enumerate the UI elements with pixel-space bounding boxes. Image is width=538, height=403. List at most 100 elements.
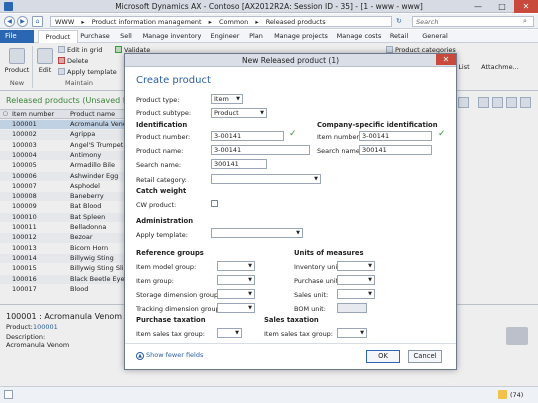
product-subtype-select[interactable]: Product ▼ [211, 108, 267, 118]
chevron-down-icon: ▼ [296, 230, 300, 236]
retail-category-label: Retail category: [136, 176, 187, 184]
dialog-divider [125, 343, 456, 344]
item-number-field[interactable]: 3-00141 [359, 131, 432, 141]
search-name-field[interactable]: 300141 [211, 159, 267, 169]
company-identification-section: Company-specific identification [317, 121, 438, 129]
item-number-label: Item number: [317, 133, 362, 141]
chevron-down-icon: ▼ [368, 277, 372, 283]
breadcrumb-area[interactable]: Common [219, 18, 248, 26]
product-type-value: Item [214, 95, 229, 103]
tab-retail[interactable]: Retail [388, 30, 410, 43]
item-model-group-select[interactable]: ▼ [217, 261, 255, 271]
breadcrumb-company[interactable]: WWW [55, 18, 74, 26]
retail-category-select[interactable]: ▼ [211, 174, 321, 184]
company-search-name-field[interactable]: 300141 [359, 145, 432, 155]
tracking-dimension-group-label: Tracking dimension group: [136, 305, 222, 313]
tab-purchase[interactable]: Purchase [80, 30, 110, 43]
chevron-down-icon: ▼ [314, 176, 318, 182]
chevron-down-icon: ▼ [368, 263, 372, 269]
notification-icon[interactable] [498, 390, 507, 399]
product-type-select[interactable]: Item ▼ [211, 94, 243, 104]
cw-product-label: CW product: [136, 201, 177, 209]
sales-item-sales-tax-group-label: Item sales tax group: [264, 330, 334, 338]
product-name-field[interactable]: 3-00141 [211, 145, 310, 155]
app-window: Microsoft Dynamics AX - Contoso [AX2012R… [0, 0, 538, 403]
tracking-dimension-group-select[interactable]: ▼ [217, 303, 255, 313]
chevron-down-icon: ▼ [260, 110, 264, 116]
cw-product-checkbox[interactable] [211, 200, 218, 207]
window-title: Microsoft Dynamics AX - Contoso [AX2012R… [115, 2, 423, 11]
chevron-down-icon: ▼ [236, 96, 240, 102]
maximize-button[interactable]: □ [490, 0, 514, 13]
item-group-label: Item group: [136, 277, 174, 285]
breadcrumb-separator: ▸ [81, 18, 85, 26]
home-icon[interactable]: ⌂ [32, 16, 43, 27]
product-subtype-value: Product [214, 109, 239, 117]
chevron-down-icon: ▼ [248, 263, 252, 269]
inventory-unit-label: Inventory unit: [294, 263, 342, 271]
search-icon[interactable]: ⌕ [523, 17, 527, 26]
dialog-close-button[interactable]: ✕ [436, 54, 456, 65]
item-group-select[interactable]: ▼ [217, 275, 255, 285]
tab-manage-projects[interactable]: Manage projects [272, 30, 330, 43]
chevron-down-icon: ▼ [248, 291, 252, 297]
chevron-down-icon: ▼ [248, 305, 252, 311]
tab-sell[interactable]: Sell [116, 30, 136, 43]
apply-template-label: Apply template: [136, 231, 188, 239]
new-released-product-dialog: New Released product (1) ✕ Create produc… [124, 53, 457, 370]
window-close-button[interactable]: ✕ [514, 0, 538, 13]
tab-engineer[interactable]: Engineer [208, 30, 242, 43]
product-type-label: Product type: [136, 96, 180, 104]
chevron-down-icon: ▼ [248, 277, 252, 283]
purchase-item-sales-tax-group-label: Item sales tax group: [136, 330, 206, 338]
ok-button[interactable]: OK [366, 350, 400, 363]
cancel-button[interactable]: Cancel [408, 350, 442, 363]
chevron-up-icon: ▲ [136, 352, 144, 360]
sales-unit-select[interactable]: ▼ [337, 289, 375, 299]
address-bar: ◀ ▶ ⌂ WWW ▸ Product information manageme… [0, 14, 538, 29]
bom-unit-field [337, 303, 367, 313]
tab-manage-inventory[interactable]: Manage inventory [142, 30, 202, 43]
catch-weight-section: Catch weight [136, 187, 187, 195]
tab-manage-costs[interactable]: Manage costs [336, 30, 382, 43]
checkmark-icon: ✓ [438, 129, 446, 139]
purchase-item-sales-tax-group-select[interactable]: ▼ [217, 328, 242, 338]
search-name-label: Search name: [136, 161, 182, 169]
back-icon[interactable]: ◀ [4, 16, 15, 27]
breadcrumb-module[interactable]: Product information management [92, 18, 202, 26]
tab-product[interactable]: Product [38, 30, 78, 43]
inventory-unit-select[interactable]: ▼ [337, 261, 375, 271]
product-number-field[interactable]: 3-00141 [211, 131, 284, 141]
status-bar: (74) [0, 386, 538, 403]
apply-template-select[interactable]: ▼ [211, 228, 303, 238]
identification-section: Identification [136, 121, 188, 129]
show-fewer-fields-link[interactable]: ▲ Show fewer fields [136, 351, 203, 360]
storage-dimension-group-select[interactable]: ▼ [217, 289, 255, 299]
breadcrumb-separator: ▸ [208, 18, 212, 26]
chevron-down-icon: ▼ [235, 330, 239, 336]
sales-unit-label: Sales unit: [294, 291, 329, 299]
sales-item-sales-tax-group-select[interactable]: ▼ [337, 328, 367, 338]
breadcrumb-separator: ▸ [255, 18, 259, 26]
forward-icon[interactable]: ▶ [17, 16, 28, 27]
breadcrumb[interactable]: WWW ▸ Product information management ▸ C… [50, 16, 392, 27]
refresh-icon[interactable]: ↻ [396, 17, 408, 26]
chevron-down-icon: ▼ [368, 291, 372, 297]
show-fewer-fields-label: Show fewer fields [146, 351, 204, 359]
minimize-button[interactable]: — [466, 0, 490, 13]
checkmark-icon: ✓ [289, 129, 297, 139]
tab-plan[interactable]: Plan [246, 30, 266, 43]
bom-unit-label: BOM unit: [294, 305, 326, 313]
breadcrumb-page[interactable]: Released products [266, 18, 326, 26]
search-input[interactable]: Search [412, 16, 534, 27]
notification-count: (74) [510, 391, 524, 399]
chevron-down-icon: ▼ [360, 330, 364, 336]
sales-taxation-section: Sales taxation [264, 316, 319, 324]
product-subtype-label: Product subtype: [136, 109, 192, 117]
tab-file[interactable]: File [0, 30, 34, 43]
reference-groups-section: Reference groups [136, 249, 204, 257]
tab-general[interactable]: General [420, 30, 450, 43]
status-info-icon[interactable] [4, 390, 13, 399]
storage-dimension-group-label: Storage dimension group: [136, 291, 221, 299]
purchase-unit-select[interactable]: ▼ [337, 275, 375, 285]
